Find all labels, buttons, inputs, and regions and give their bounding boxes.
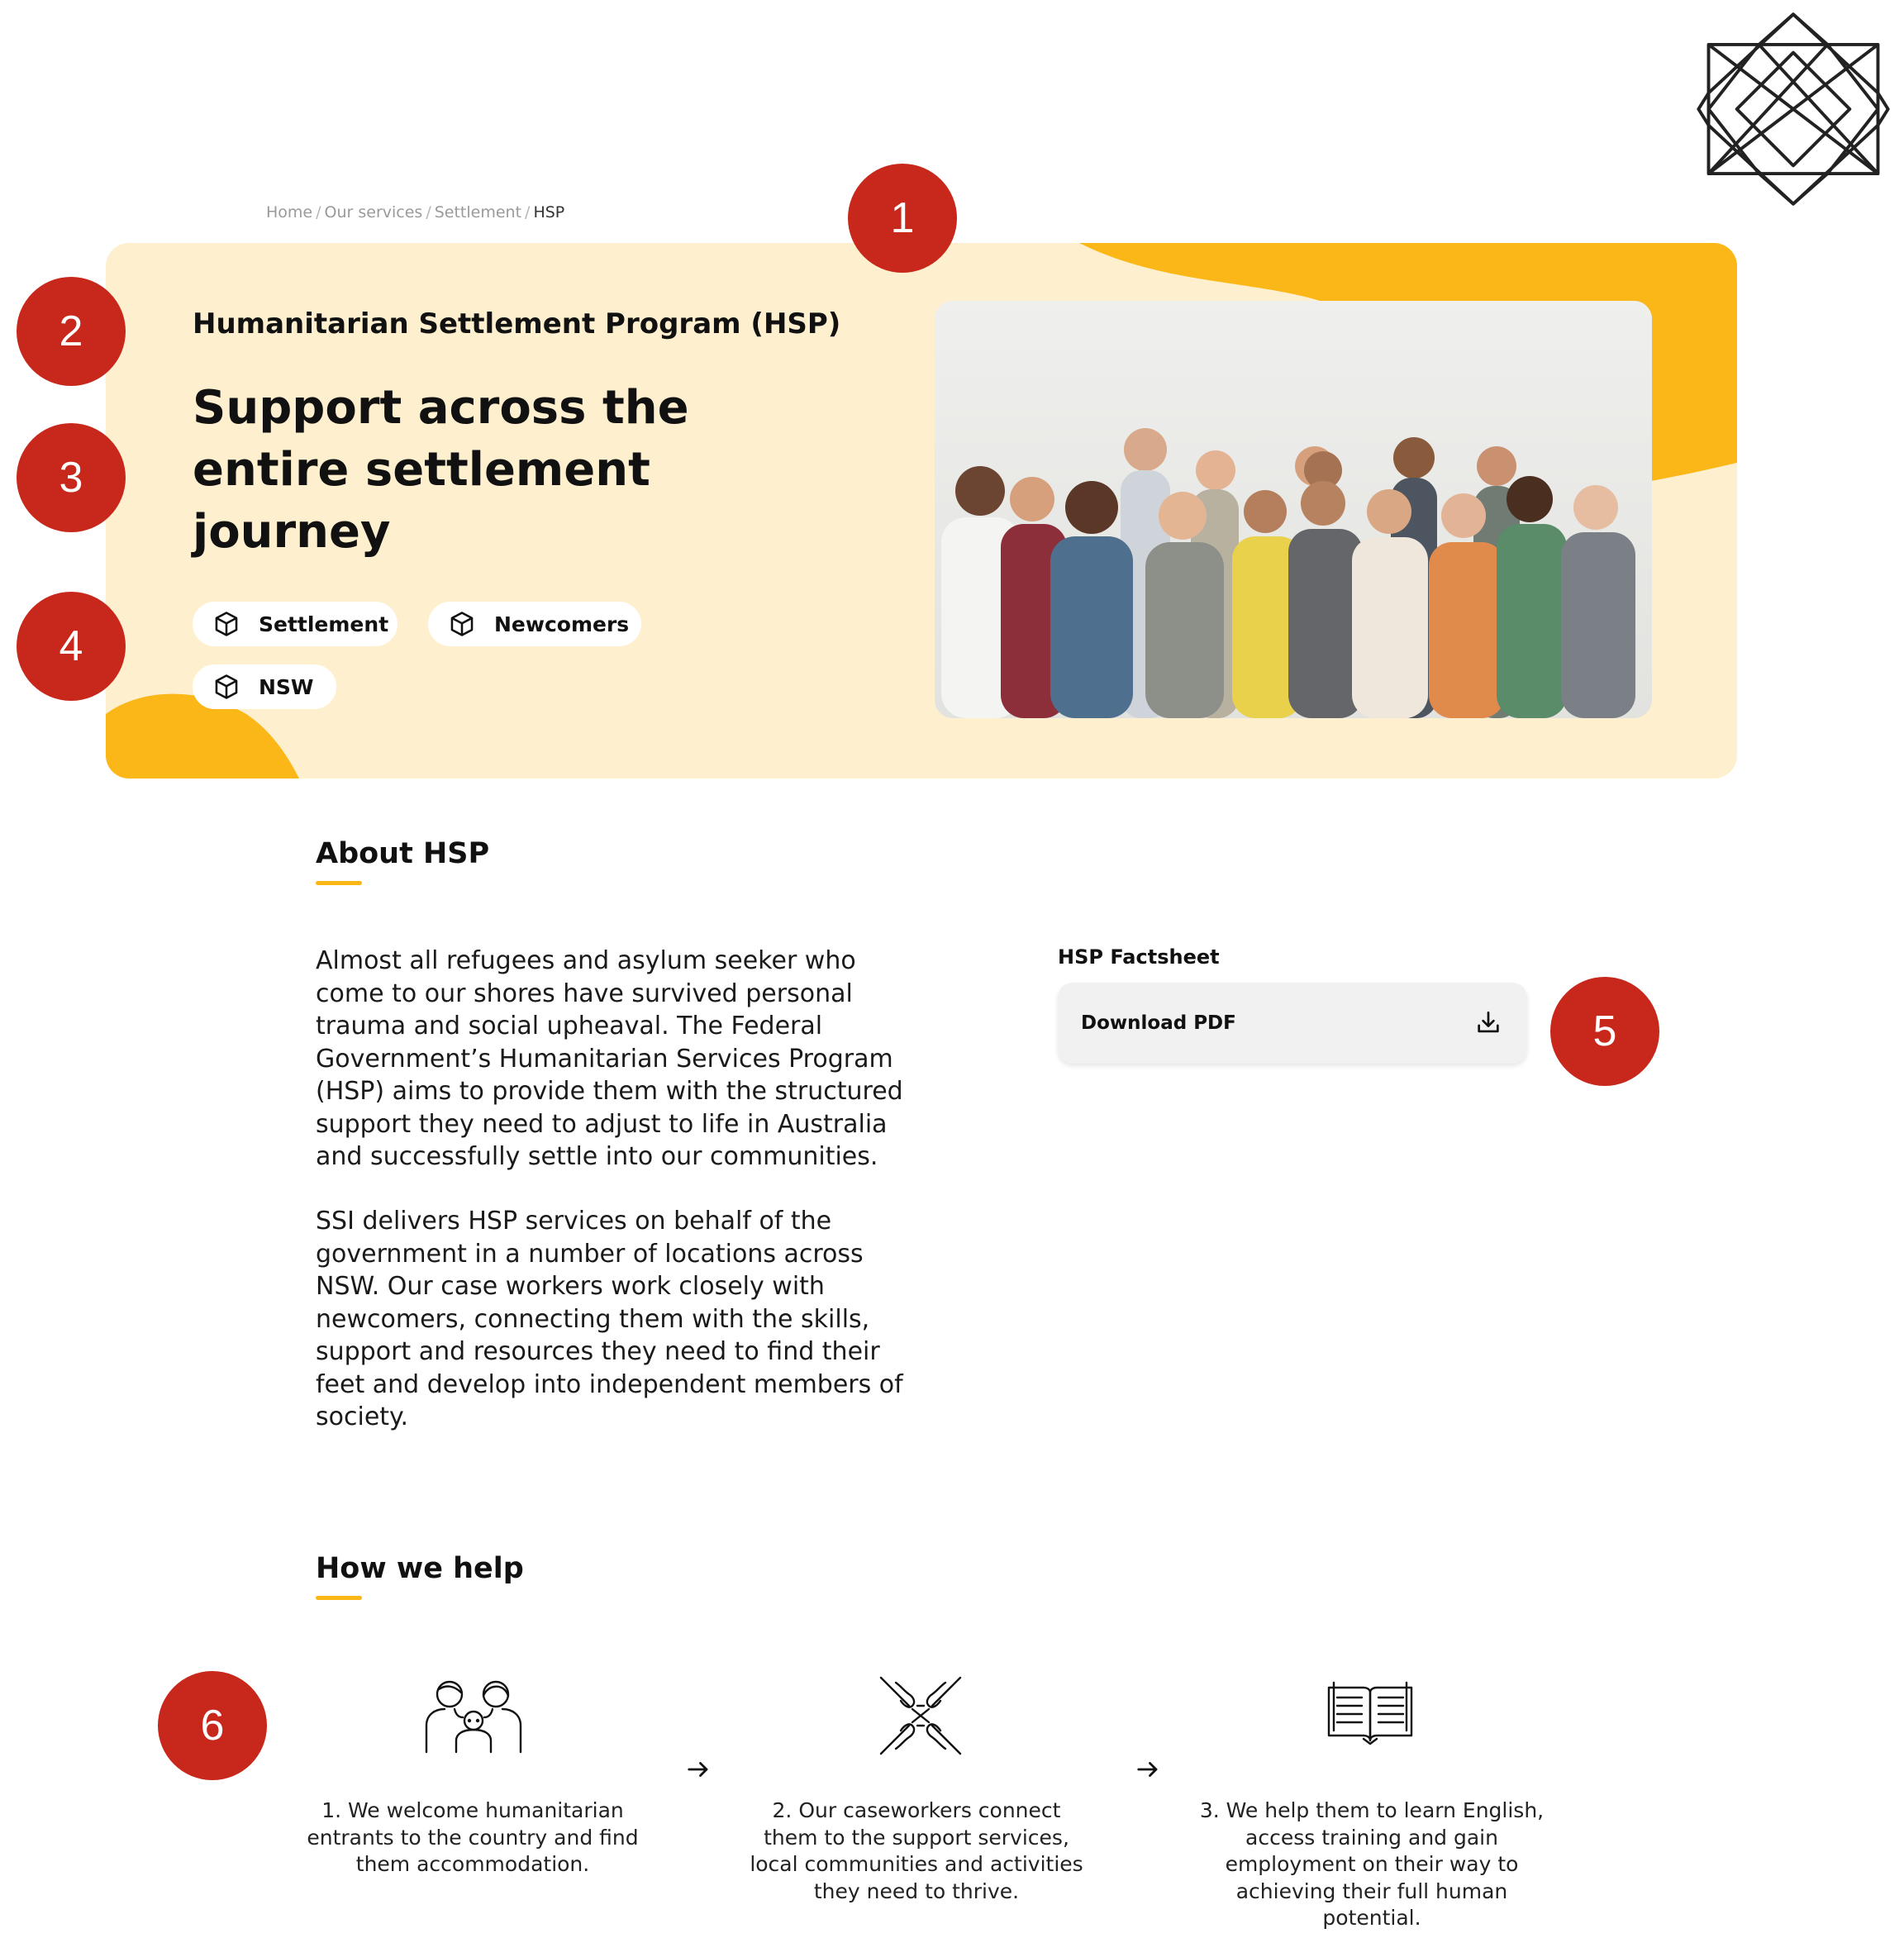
annotation-marker: 6 (158, 1671, 267, 1780)
open-book-icon (1327, 1681, 1413, 1745)
download-icon (1478, 1011, 1499, 1033)
annotation-marker: 2 (17, 277, 126, 386)
breadcrumb: Home / Our services / Settlement / HSP (266, 203, 564, 221)
step-text-2: 2. Our caseworkers connect them to the s… (750, 1798, 1083, 1903)
annotation-marker: 1 (848, 164, 957, 273)
tag-label: NSW (259, 674, 314, 699)
tag-label: Settlement (259, 612, 389, 636)
factsheet-label: HSP Factsheet (1058, 945, 1220, 969)
breadcrumb-settlement[interactable]: Settlement (435, 203, 521, 221)
about-paragraph: SSI delivers HSP services on behalf of t… (316, 1207, 903, 1431)
breadcrumb-separator: / (426, 203, 431, 221)
tag-nsw[interactable]: NSW (193, 664, 336, 709)
tag-settlement[interactable]: Settlement (193, 602, 397, 646)
download-pdf-button[interactable]: Download PDF (1058, 983, 1527, 1064)
download-label: Download PDF (1081, 1012, 1236, 1034)
heading-underline (316, 881, 362, 885)
step-text-1: 1. We welcome humanitarian entrants to t… (307, 1798, 639, 1876)
breadcrumb-current: HSP (533, 203, 565, 221)
star-lattice-logo[interactable] (1692, 8, 1894, 210)
heading-underline (316, 1596, 362, 1600)
cube-icon (215, 674, 238, 699)
annotation-marker: 4 (17, 592, 126, 701)
cube-icon (215, 612, 238, 636)
about-heading: About HSP (316, 837, 490, 870)
joined-hands-icon (879, 1676, 962, 1755)
how-heading: How we help (316, 1552, 524, 1585)
hero-card: Humanitarian Settlement Program (HSP) Su… (106, 243, 1737, 779)
tag-label: Newcomers (494, 612, 630, 636)
breadcrumb-home[interactable]: Home (266, 203, 312, 221)
family-icon (425, 1680, 522, 1754)
arrow-right-icon (688, 1762, 708, 1777)
annotation-marker: 5 (1550, 977, 1659, 1086)
page-title: Support across the entire settlement jou… (193, 381, 689, 559)
breadcrumb-our-services[interactable]: Our services (325, 203, 423, 221)
annotation-marker: 3 (17, 423, 126, 532)
tag-newcomers[interactable]: Newcomers (428, 602, 641, 646)
breadcrumb-separator: / (316, 203, 321, 221)
hero-group-photo (935, 301, 1652, 718)
program-name: Humanitarian Settlement Program (HSP) (193, 307, 841, 340)
step-text-3: 3. We help them to learn English, access… (1199, 1798, 1545, 1930)
breadcrumb-separator: / (525, 203, 531, 221)
about-paragraph: Almost all refugees and asylum seeker wh… (316, 946, 903, 1171)
cube-icon (450, 612, 474, 636)
arrow-right-icon (1137, 1762, 1158, 1777)
